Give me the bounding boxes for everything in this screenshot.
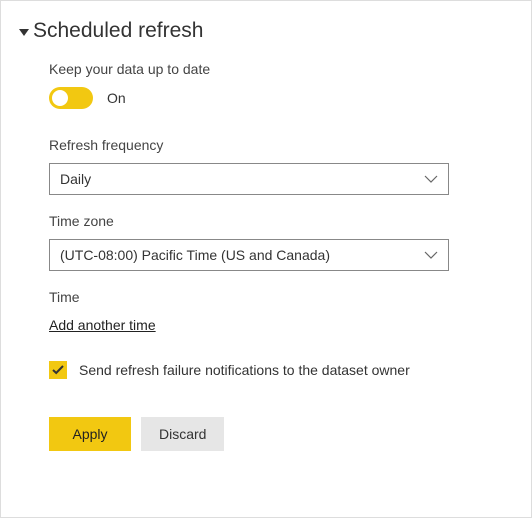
toggle-state-label: On xyxy=(107,90,126,106)
notify-checkbox[interactable] xyxy=(49,361,67,379)
time-label: Time xyxy=(49,289,513,305)
timezone-label: Time zone xyxy=(49,213,513,229)
chevron-down-icon xyxy=(424,175,438,183)
check-icon xyxy=(52,365,64,375)
scheduled-refresh-panel: Scheduled refresh Keep your data up to d… xyxy=(0,0,532,518)
chevron-down-icon xyxy=(424,251,438,259)
caret-down-icon xyxy=(19,29,29,36)
add-time-link[interactable]: Add another time xyxy=(49,317,156,333)
apply-button[interactable]: Apply xyxy=(49,417,131,451)
section-content: Keep your data up to date On Refresh fre… xyxy=(19,61,513,451)
toggle-knob xyxy=(52,90,68,106)
notify-label: Send refresh failure notifications to th… xyxy=(79,362,410,378)
frequency-value: Daily xyxy=(60,171,91,187)
frequency-label: Refresh frequency xyxy=(49,137,513,153)
section-header[interactable]: Scheduled refresh xyxy=(19,19,513,43)
keep-uptodate-row: On xyxy=(49,87,513,109)
section-title: Scheduled refresh xyxy=(33,19,203,43)
frequency-select[interactable]: Daily xyxy=(49,163,449,195)
keep-uptodate-toggle[interactable] xyxy=(49,87,93,109)
button-row: Apply Discard xyxy=(49,417,513,451)
discard-button[interactable]: Discard xyxy=(141,417,224,451)
timezone-select[interactable]: (UTC-08:00) Pacific Time (US and Canada) xyxy=(49,239,449,271)
notify-row: Send refresh failure notifications to th… xyxy=(49,361,513,379)
timezone-value: (UTC-08:00) Pacific Time (US and Canada) xyxy=(60,247,330,263)
keep-uptodate-label: Keep your data up to date xyxy=(49,61,513,77)
